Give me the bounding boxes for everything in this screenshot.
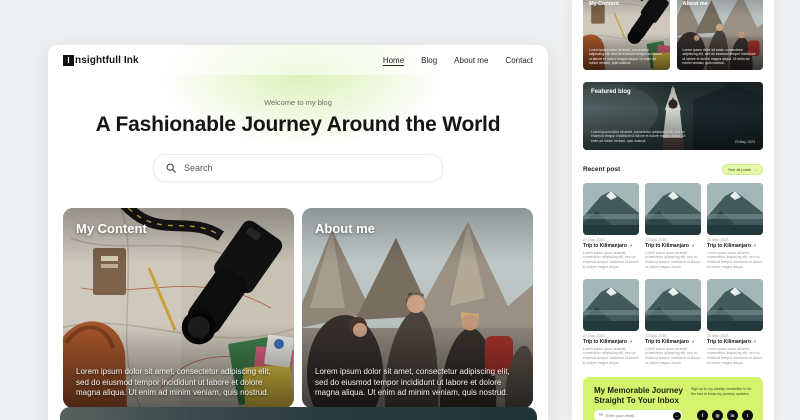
post-date: 23 May, 2023 [583, 334, 639, 338]
post-card[interactable]: 23 May, 2023 Trip to Kilimanjaro ↗ Lorem… [707, 183, 763, 270]
newsletter-title-line2: Straight To Your Inbox [594, 396, 704, 406]
newsletter-submit-button[interactable]: → [673, 412, 681, 420]
logo-mark-icon: I [63, 55, 74, 66]
nav-item-contact[interactable]: Contact [505, 56, 533, 65]
about-me-title: About me [315, 221, 375, 236]
newsletter-title-line1: My Memorable Journey [594, 386, 704, 396]
kilimanjaro-photo [707, 183, 763, 235]
post-title: Trip to Kilimanjaro ↗ [707, 339, 763, 345]
featured-blog-peek [60, 407, 537, 420]
hero-eyebrow: Welcome to my blog [48, 98, 548, 107]
external-link-icon: ↗ [629, 243, 632, 248]
post-date: 23 May, 2023 [645, 334, 701, 338]
kilimanjaro-photo [645, 183, 701, 235]
search-input[interactable] [184, 163, 430, 173]
featured-blog-date: 23 May, 2023 [735, 140, 755, 144]
post-date: 23 May, 2023 [707, 238, 763, 242]
post-title-text: Trip to Kilimanjaro [645, 243, 689, 249]
newsletter-title: My Memorable Journey Straight To Your In… [594, 386, 704, 406]
preview-about-me-card[interactable]: About me Lorem ipsum dolor sit amet, con… [677, 0, 764, 70]
post-card[interactable]: 23 May, 2023 Trip to Kilimanjaro ↗ Lorem… [707, 279, 763, 366]
preview-cards-row: My Content Lorem ipsum dolor sit amet, c… [583, 0, 763, 70]
nav-item-home[interactable]: Home [383, 56, 404, 65]
hero-section: Welcome to my blog A Fashionable Journey… [48, 98, 548, 137]
post-description: Lorem ipsum dolor sit amet, consectetur … [645, 347, 701, 367]
external-link-icon: ↗ [691, 339, 694, 344]
featured-blog-description: Lorem ipsum dolor sit amet, consectetur … [591, 130, 687, 144]
external-link-icon: ↗ [691, 243, 694, 248]
post-title: Trip to Kilimanjaro ↗ [583, 243, 639, 249]
external-link-icon: ↗ [753, 243, 756, 248]
nav-item-blog[interactable]: Blog [421, 56, 437, 65]
kilimanjaro-photo [707, 279, 763, 331]
email-input-group[interactable]: ✉ → [594, 410, 682, 420]
post-card[interactable]: 23 May, 2023 Trip to Kilimanjaro ↗ Lorem… [583, 279, 639, 366]
envelope-icon: ✉ [599, 413, 603, 418]
featured-blog-title: Featured blog [591, 89, 631, 95]
post-card[interactable]: 23 May, 2023 Trip to Kilimanjaro ↗ Lorem… [583, 183, 639, 270]
post-title: Trip to Kilimanjaro ↗ [645, 339, 701, 345]
instagram-icon[interactable]: ◎ [712, 410, 723, 420]
kilimanjaro-photo [583, 279, 639, 331]
post-description: Lorem ipsum dolor sit amet, consectetur … [583, 251, 639, 271]
preview-my-content-description: Lorem ipsum dolor sit amet, consectetur … [589, 48, 665, 66]
my-content-description: Lorem ipsum dolor sit amet, consectetur … [76, 367, 281, 399]
post-title-text: Trip to Kilimanjaro [707, 243, 751, 249]
kilimanjaro-photo [583, 183, 639, 235]
post-description: Lorem ipsum dolor sit amet, consectetur … [583, 347, 639, 367]
featured-blog-card[interactable]: Featured blog Lorem ipsum dolor sit amet… [583, 82, 763, 150]
newsletter-section: My Memorable Journey Straight To Your In… [583, 377, 763, 420]
site-header: I nsightfull Ink Home Blog About me Cont… [48, 45, 548, 75]
preview-my-content-title: My Content [589, 1, 619, 7]
post-card[interactable]: 23 May, 2023 Trip to Kilimanjaro ↗ Lorem… [645, 279, 701, 366]
page-title: A Fashionable Journey Around the World [48, 113, 548, 137]
post-card[interactable]: 23 May, 2023 Trip to Kilimanjaro ↗ Lorem… [645, 183, 701, 270]
post-title-text: Trip to Kilimanjaro [645, 339, 689, 345]
hero-cards-row: My Content Lorem ipsum dolor sit amet, c… [48, 208, 548, 408]
post-title: Trip to Kilimanjaro ↗ [707, 243, 763, 249]
preview-about-me-title: About me [683, 1, 708, 7]
my-content-title: My Content [76, 221, 147, 236]
preview-about-me-description: Lorem ipsum dolor sit amet, consectetur … [683, 48, 759, 66]
post-description: Lorem ipsum dolor sit amet, consectetur … [707, 251, 763, 271]
external-link-icon: ↗ [753, 339, 756, 344]
post-description: Lorem ipsum dolor sit amet, consectetur … [645, 251, 701, 271]
logo-text: nsightfull Ink [75, 55, 139, 66]
main-blog-page: I nsightfull Ink Home Blog About me Cont… [48, 45, 548, 420]
email-field[interactable] [606, 413, 670, 418]
see-all-posts-button[interactable]: See all posts → [722, 164, 763, 175]
post-title-text: Trip to Kilimanjaro [583, 339, 627, 345]
social-links: f ◎ in t [697, 410, 753, 420]
recent-post-title: Recent post [583, 166, 620, 173]
post-date: 23 May, 2023 [707, 334, 763, 338]
external-link-icon: ↗ [629, 339, 632, 344]
newsletter-subtitle: Sign up to my weekly newsletter to be th… [691, 387, 753, 397]
facebook-icon[interactable]: f [697, 410, 708, 420]
site-logo: I nsightfull Ink [63, 55, 139, 66]
arrow-right-icon: → [753, 167, 757, 172]
post-title: Trip to Kilimanjaro ↗ [583, 339, 639, 345]
post-title: Trip to Kilimanjaro ↗ [645, 243, 701, 249]
twitter-icon[interactable]: t [742, 410, 753, 420]
about-me-card[interactable]: About me Lorem ipsum dolor sit amet, con… [302, 208, 533, 408]
post-title-text: Trip to Kilimanjaro [583, 243, 627, 249]
page-scroll-preview: My Content Lorem ipsum dolor sit amet, c… [572, 0, 774, 420]
post-title-text: Trip to Kilimanjaro [707, 339, 751, 345]
recent-posts-grid: 23 May, 2023 Trip to Kilimanjaro ↗ Lorem… [583, 183, 763, 366]
recent-post-header: Recent post See all posts → [583, 164, 763, 175]
post-date: 23 May, 2023 [645, 238, 701, 242]
my-content-card[interactable]: My Content Lorem ipsum dolor sit amet, c… [63, 208, 294, 408]
linkedin-icon[interactable]: in [727, 410, 738, 420]
preview-my-content-card[interactable]: My Content Lorem ipsum dolor sit amet, c… [583, 0, 670, 70]
about-me-description: Lorem ipsum dolor sit amet, consectetur … [315, 367, 520, 399]
kilimanjaro-photo [645, 279, 701, 331]
nav-item-about-me[interactable]: About me [454, 56, 488, 65]
main-nav: Home Blog About me Contact [383, 56, 533, 65]
post-date: 23 May, 2023 [583, 238, 639, 242]
search-icon [166, 163, 176, 173]
search-bar[interactable] [153, 154, 443, 182]
see-all-posts-label: See all posts [728, 167, 751, 172]
post-description: Lorem ipsum dolor sit amet, consectetur … [707, 347, 763, 367]
